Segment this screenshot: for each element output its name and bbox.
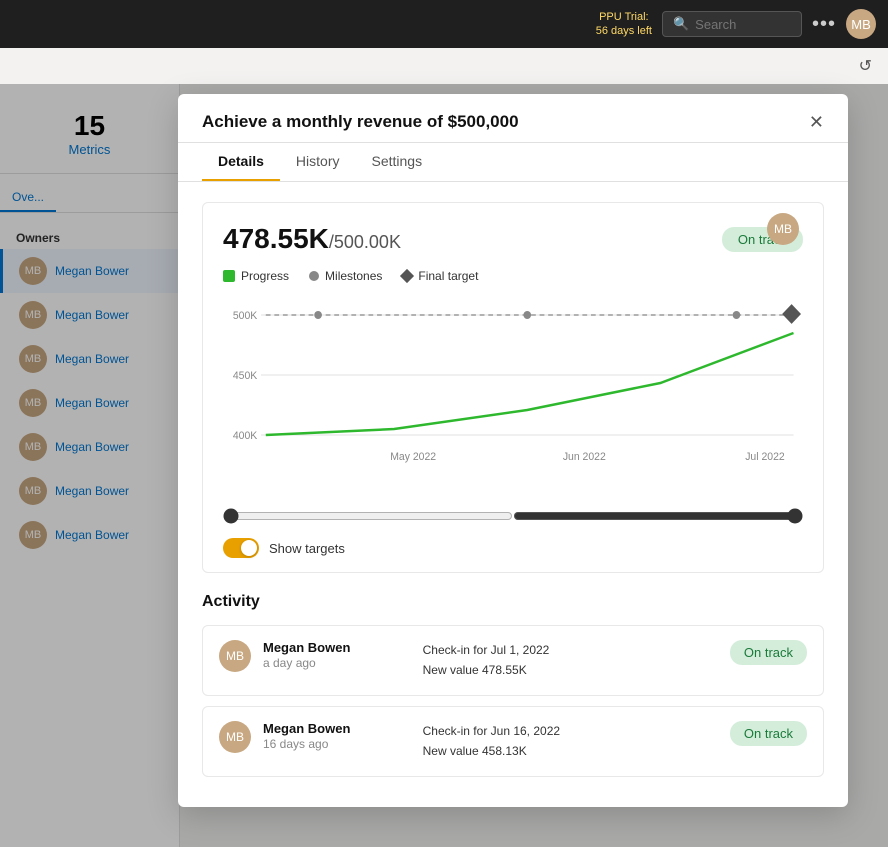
chart-avatar: MB	[767, 213, 799, 245]
activity-avatar: MB	[219, 640, 251, 672]
modal-tab-history[interactable]: History	[280, 143, 356, 181]
activity-time: a day ago	[263, 656, 411, 670]
legend-target-icon	[400, 269, 414, 283]
activity-avatar: MB	[219, 721, 251, 753]
activity-person-name: Megan Bowen	[263, 640, 411, 655]
reload-bar: ↺	[0, 48, 888, 84]
modal-close-button[interactable]: ✕	[809, 113, 824, 131]
activity-person-name: Megan Bowen	[263, 721, 411, 736]
chart-area: 500K 450K 400K	[223, 295, 803, 500]
legend-progress-icon	[223, 270, 235, 282]
modal-tab-details[interactable]: Details	[202, 143, 280, 181]
ppu-trial: PPU Trial: 56 days left	[596, 10, 652, 39]
line-chart: 500K 450K 400K	[223, 295, 803, 495]
main-area: 15 Metrics Ove... Owners MB Megan Bower …	[0, 84, 888, 847]
activity-badge: On track	[730, 721, 807, 746]
more-button[interactable]: •••	[812, 13, 836, 36]
svg-text:May 2022: May 2022	[390, 451, 436, 463]
activity-detail: Check-in for Jul 1, 2022 New value 478.5…	[423, 640, 718, 681]
toggle-label: Show targets	[269, 541, 345, 556]
legend-milestones-icon	[309, 271, 319, 281]
svg-text:400K: 400K	[233, 430, 258, 442]
reload-icon[interactable]: ↺	[859, 56, 872, 76]
activity-item: MB Megan Bowen 16 days ago Check-in for …	[202, 706, 824, 777]
activity-section: Activity MB Megan Bowen a day ago Check-…	[202, 593, 824, 777]
user-avatar-top[interactable]: MB	[846, 9, 876, 39]
activity-info: Megan Bowen a day ago	[263, 640, 411, 670]
svg-text:500K: 500K	[233, 310, 258, 322]
search-input[interactable]	[695, 17, 791, 32]
metric-value-row: 478.55K/500.00K On track	[223, 223, 803, 255]
chart-legend: Progress Milestones Final target	[223, 269, 803, 283]
activity-detail: Check-in for Jun 16, 2022 New value 458.…	[423, 721, 718, 762]
top-bar: PPU Trial: 56 days left 🔍 ••• MB	[0, 0, 888, 48]
activity-time: 16 days ago	[263, 737, 411, 751]
svg-text:Jul 2022: Jul 2022	[745, 451, 785, 463]
svg-text:Jun 2022: Jun 2022	[563, 451, 606, 463]
range-slider-left[interactable]	[223, 508, 513, 524]
modal-dialog: Achieve a monthly revenue of $500,000 ✕ …	[178, 94, 848, 807]
target-value: /500.00K	[329, 232, 401, 252]
activity-title: Activity	[202, 593, 824, 611]
range-slider-wrap	[223, 508, 803, 524]
modal-tabs: Details History Settings	[178, 143, 848, 182]
modal-overlay[interactable]: Achieve a monthly revenue of $500,000 ✕ …	[0, 84, 888, 847]
current-value: 478.55K	[223, 223, 329, 254]
modal-title: Achieve a monthly revenue of $500,000	[202, 112, 519, 132]
toggle-knob	[241, 540, 257, 556]
modal-tab-settings[interactable]: Settings	[355, 143, 438, 181]
range-slider-right[interactable]	[513, 508, 803, 524]
search-box[interactable]: 🔍	[662, 11, 802, 37]
modal-body: 478.55K/500.00K On track MB Progress	[178, 182, 848, 807]
activity-info: Megan Bowen 16 days ago	[263, 721, 411, 751]
search-icon: 🔍	[673, 16, 689, 32]
legend-final-target: Final target	[402, 269, 478, 283]
svg-text:450K: 450K	[233, 370, 258, 382]
chart-section: 478.55K/500.00K On track MB Progress	[202, 202, 824, 573]
show-targets-toggle[interactable]	[223, 538, 259, 558]
modal-header: Achieve a monthly revenue of $500,000 ✕	[178, 94, 848, 143]
legend-progress: Progress	[223, 269, 289, 283]
metric-display: 478.55K/500.00K	[223, 223, 401, 255]
legend-milestones: Milestones	[309, 269, 382, 283]
activity-badge: On track	[730, 640, 807, 665]
activity-item: MB Megan Bowen a day ago Check-in for Ju…	[202, 625, 824, 696]
toggle-row: Show targets	[223, 538, 803, 558]
